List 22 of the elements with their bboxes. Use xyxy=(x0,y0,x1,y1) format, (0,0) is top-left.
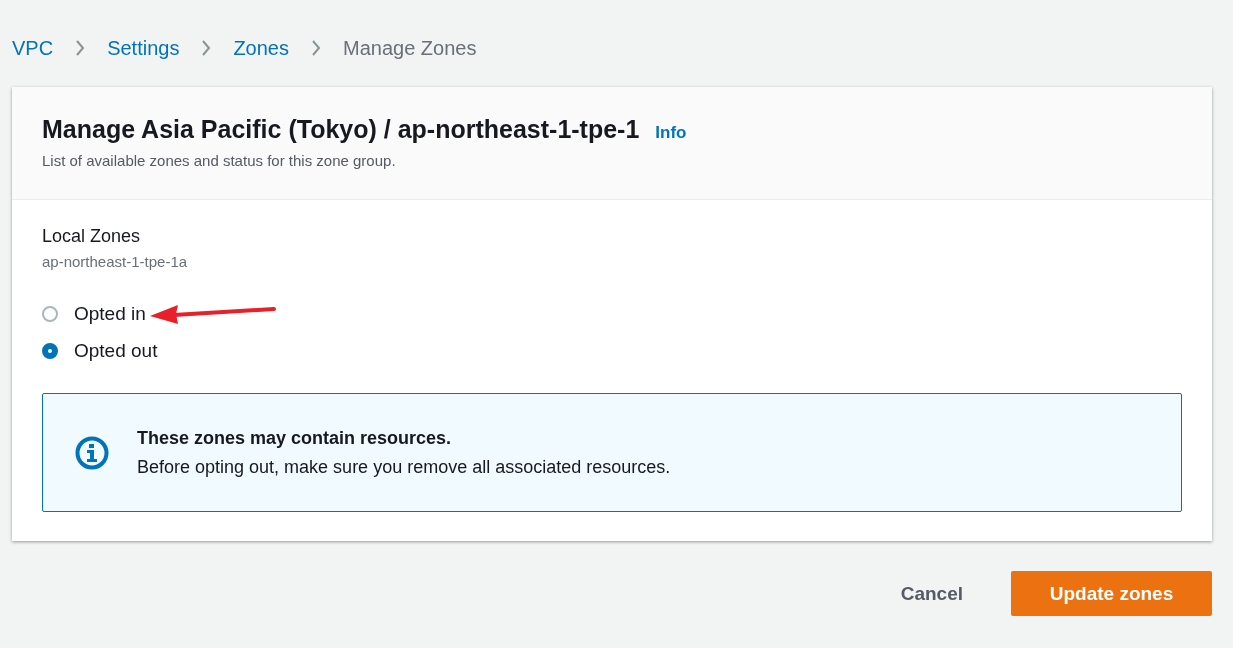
breadcrumb-link[interactable]: Zones xyxy=(233,36,289,60)
arrow-annotation-icon xyxy=(149,302,276,325)
cancel-button[interactable]: Cancel xyxy=(900,582,963,605)
radio-label[interactable]: Opted in xyxy=(74,302,146,325)
info-link[interactable]: Info xyxy=(655,123,687,143)
info-icon xyxy=(75,435,109,470)
chevron-right-icon xyxy=(201,39,212,57)
field-label: Local Zones xyxy=(42,226,142,247)
alert-title: These zones may contain resources. xyxy=(137,427,453,449)
radio-button[interactable] xyxy=(42,305,58,322)
alert-message: Before opting out, make sure you remove all associated resources. xyxy=(137,456,671,478)
panel-title: Manage Asia Pacific (Tokyo) / ap-northeast-1-tpe-1 xyxy=(42,115,640,144)
breadcrumb-current: Manage Zones xyxy=(343,36,477,60)
breadcrumb-link[interactable]: VPC xyxy=(12,36,54,60)
chevron-right-icon xyxy=(75,39,86,57)
field-description: ap-northeast-1-tpe-1a xyxy=(42,253,189,270)
breadcrumb-link[interactable]: Settings xyxy=(107,36,180,60)
panel-description: List of available zones and status for this zone group. xyxy=(42,152,397,169)
update-zones-button[interactable]: Update zones xyxy=(1011,571,1212,616)
chevron-right-icon xyxy=(311,39,321,57)
radio-button[interactable] xyxy=(42,342,58,359)
radio-label[interactable]: Opted out xyxy=(74,339,158,362)
